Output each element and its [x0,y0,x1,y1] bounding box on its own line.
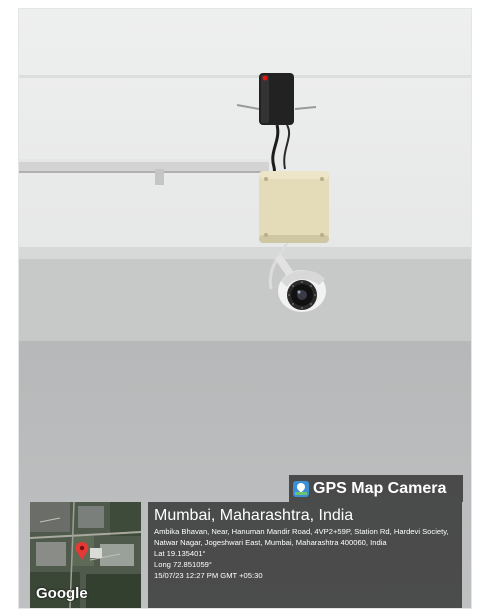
junction-box [259,171,329,243]
location-title: Mumbai, Maharashtra, India [154,507,354,524]
location-address: Ambika Bhavan, Near, Hanuman Mandir Road… [154,527,449,547]
gps-map-camera-badge: GPS Map Camera [289,475,463,502]
location-info-panel: Mumbai, Maharashtra, India Ambika Bhavan… [148,502,462,608]
map-attribution: Google [36,585,88,602]
latitude: Lat 19.135401° [154,549,206,558]
map-thumbnail: Google [30,502,141,608]
wall-band [19,259,471,341]
ceiling-shadow-line [19,75,471,78]
beam-shadow [19,247,471,261]
gps-map-camera-app-icon [293,480,309,497]
photo-frame: GPS Map Camera Google Mumbai, Maharashtr… [18,8,472,609]
power-led [262,75,268,81]
ceiling [19,9,471,259]
timestamp: 15/07/23 12:27 PM GMT +05:30 [154,571,263,580]
brand-label: GPS Map Camera [313,479,447,497]
longitude: Long 72.851059° [154,560,212,569]
